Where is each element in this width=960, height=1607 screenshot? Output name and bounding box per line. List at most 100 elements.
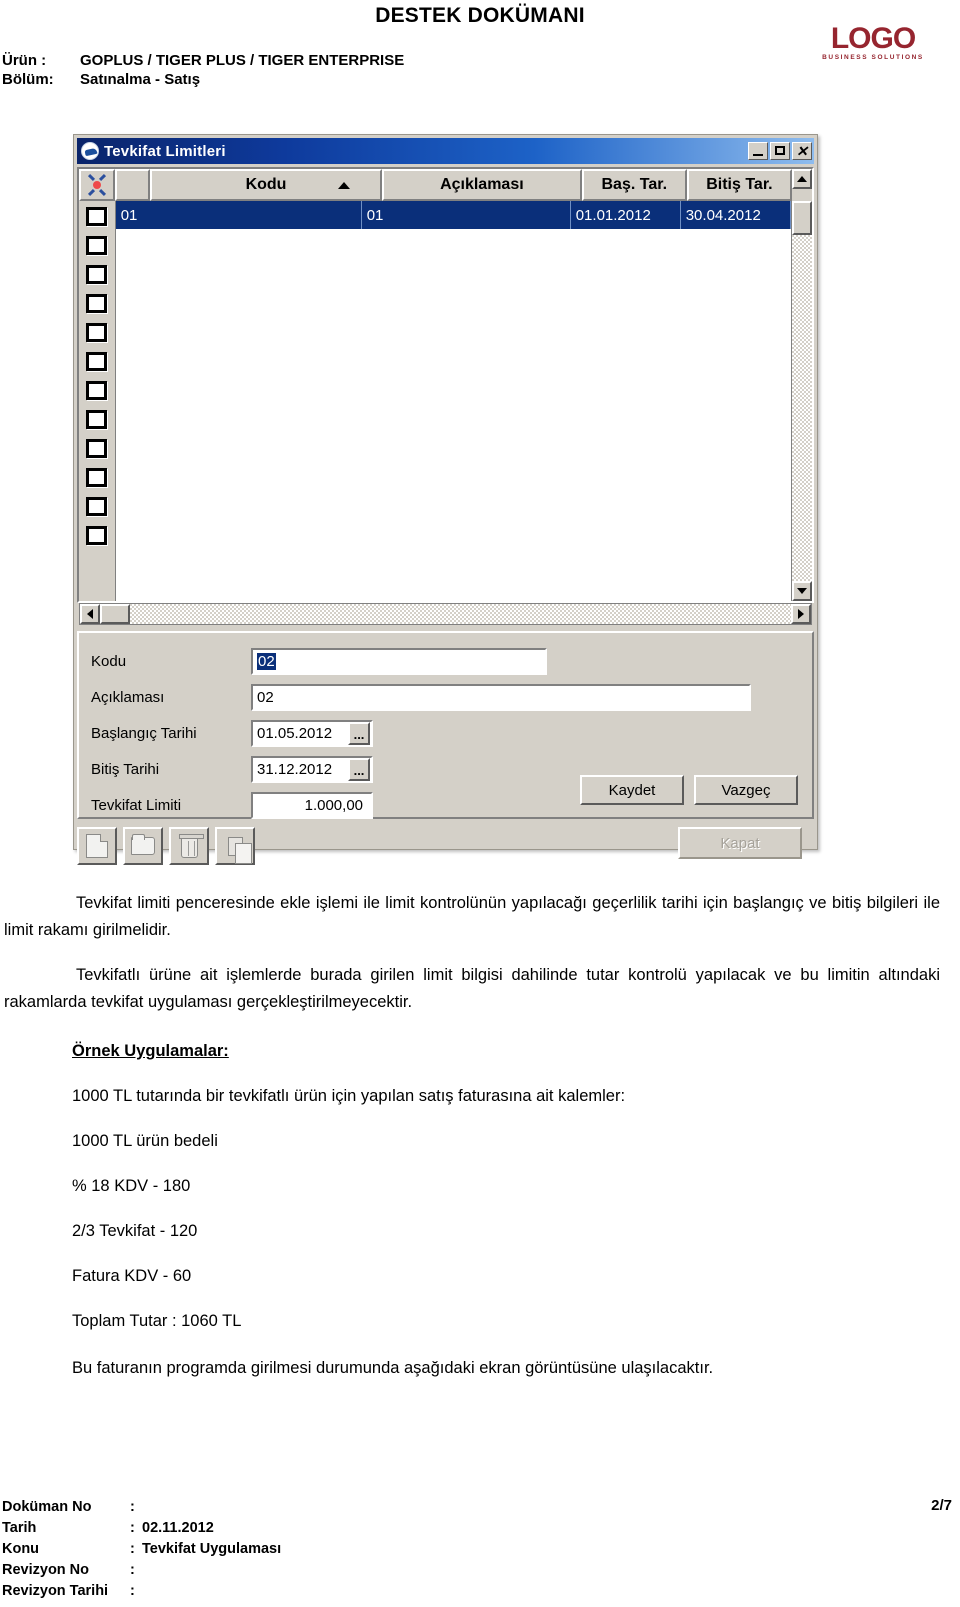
horizontal-scrollbar[interactable] xyxy=(79,603,812,625)
column-header-bas-tar-label: Baş. Tar. xyxy=(601,176,668,193)
footer-key-revizyon-tarihi: Revizyon Tarihi xyxy=(2,1583,109,1599)
copy-icon xyxy=(227,836,252,864)
row-checkbox[interactable] xyxy=(79,318,115,347)
kapat-button[interactable]: Kapat xyxy=(678,827,802,859)
copy-record-button[interactable] xyxy=(215,827,255,865)
row-checkbox[interactable] xyxy=(79,289,115,318)
row-checkbox[interactable] xyxy=(79,492,115,521)
row-checkbox[interactable] xyxy=(79,202,115,231)
row-checkbox[interactable] xyxy=(79,405,115,434)
aciklamasi-input-value: 02 xyxy=(257,688,274,706)
cell-aciklamasi: 01 xyxy=(362,201,571,229)
aciklamasi-input[interactable]: 02 xyxy=(251,683,751,711)
label-kodu: Kodu xyxy=(91,652,127,670)
close-icon[interactable]: ✕ xyxy=(792,142,812,160)
open-folder-icon xyxy=(131,834,155,855)
row-checkbox-column xyxy=(79,201,116,601)
footer-key-dokuman-no: Doküman No xyxy=(2,1499,92,1515)
scroll-down-button[interactable] xyxy=(791,581,812,601)
cancel-button[interactable]: Vazgeç xyxy=(694,775,798,805)
baslangic-tarihi-input[interactable]: 01.05.2012 ... xyxy=(251,719,373,747)
kodu-input[interactable]: 02 xyxy=(251,647,547,675)
vertical-scrollbar-track[interactable] xyxy=(791,235,812,581)
vertical-scrollbar-thumb[interactable] xyxy=(791,201,812,235)
meta-value-product: GOPLUS / TIGER PLUS / TIGER ENTERPRISE xyxy=(80,52,405,69)
window-title: Tevkifat Limitleri xyxy=(104,142,226,160)
label-aciklamasi: Açıklaması xyxy=(91,688,165,706)
delete-record-button[interactable] xyxy=(169,827,209,865)
new-record-button[interactable] xyxy=(77,827,117,865)
body-content: Tevkifat limiti penceresinde ekle işlemi… xyxy=(0,890,960,1378)
meta-value-section: Satınalma - Satış xyxy=(80,71,201,88)
date-picker-button[interactable]: ... xyxy=(348,757,370,781)
column-header-kodu[interactable]: Kodu xyxy=(149,169,383,201)
scroll-left-button[interactable] xyxy=(80,604,100,624)
delete-trash-icon xyxy=(178,834,204,858)
footer-key-tarih: Tarih xyxy=(2,1520,37,1536)
column-header-kodu-label: Kodu xyxy=(245,176,287,193)
tevkifat-limitleri-window: Tevkifat Limitleri ✕ Kodu Açıklaması Baş… xyxy=(73,134,818,865)
document-footer: 2/7 Doküman No : Tarih : 02.11.2012 Konu… xyxy=(2,1497,958,1602)
bitis-tarihi-value: 31.12.2012 xyxy=(257,760,333,778)
row-checkbox[interactable] xyxy=(79,231,115,260)
grid-scroll-up-button[interactable] xyxy=(792,169,812,189)
footer-row-dokuman-no: Doküman No : xyxy=(2,1497,958,1518)
vertical-scrollbar[interactable] xyxy=(790,201,812,601)
scroll-right-button[interactable] xyxy=(791,604,811,624)
column-header-bitis-tar[interactable]: Bitiş Tar. xyxy=(686,169,792,201)
logo-tagline: BUSINESS SOLUTIONS xyxy=(822,54,924,61)
row-checkbox[interactable] xyxy=(79,434,115,463)
cancel-button-label: Vazgeç xyxy=(721,781,771,799)
label-baslangic-tarihi: Başlangıç Tarihi xyxy=(91,724,197,742)
paragraph-1-text: Tevkifat limiti penceresinde ekle işlemi… xyxy=(4,894,940,939)
meta-key-section: Bölüm: xyxy=(2,71,54,88)
row-checkbox[interactable] xyxy=(79,376,115,405)
footer-value-konu: Tevkifat Uygulaması xyxy=(142,1541,282,1557)
records-grid: Kodu Açıklaması Baş. Tar. Bitiş Tar. 01 … xyxy=(77,167,814,625)
maximize-button[interactable] xyxy=(770,142,790,160)
row-checkbox[interactable] xyxy=(79,347,115,376)
logo-wordmark: LOGO xyxy=(830,22,916,55)
window-titlebar[interactable]: Tevkifat Limitleri ✕ xyxy=(77,138,814,164)
tevkifat-limiti-input[interactable]: 1.000,00 xyxy=(251,791,373,819)
field-row-aciklamasi: Açıklaması 02 xyxy=(91,679,800,715)
sort-ascending-icon xyxy=(338,182,351,189)
row-checkbox[interactable] xyxy=(79,463,115,492)
new-document-icon xyxy=(86,834,108,858)
window-toolbar: Kapat xyxy=(77,825,814,867)
label-tevkifat-limiti: Tevkifat Limiti xyxy=(91,796,182,814)
paragraph-1: Tevkifat limiti penceresinde ekle işlemi… xyxy=(0,890,960,944)
footer-colon: : xyxy=(130,1541,135,1557)
label-bitis-tarihi: Bitiş Tarihi xyxy=(91,760,160,778)
column-header-bas-tar[interactable]: Baş. Tar. xyxy=(581,169,687,201)
column-header-bitis-tar-label: Bitiş Tar. xyxy=(706,176,773,193)
row-checkbox[interactable] xyxy=(79,260,115,289)
paragraph-2-text: Tevkifatlı ürüne ait işlemlerde burada g… xyxy=(4,966,940,1011)
table-row[interactable]: 01 01 01.01.2012 30.04.2012 xyxy=(115,201,791,229)
open-record-button[interactable] xyxy=(123,827,163,865)
horizontal-scrollbar-track[interactable] xyxy=(130,604,791,624)
page-number: 2/7 xyxy=(931,1497,952,1514)
example-line: 2/3 Tevkifat - 120 xyxy=(72,1222,198,1240)
minimize-button[interactable] xyxy=(748,142,768,160)
save-button[interactable]: Kaydet xyxy=(580,775,684,805)
grid-pin-header[interactable] xyxy=(79,169,116,201)
collapse-arrows-icon xyxy=(87,173,107,197)
grid-checkbox-header[interactable] xyxy=(115,169,150,201)
footer-colon: : xyxy=(130,1520,135,1536)
grid-body: 01 01 01.01.2012 30.04.2012 xyxy=(79,201,812,601)
bitis-tarihi-input[interactable]: 31.12.2012 ... xyxy=(251,755,373,783)
footer-colon: : xyxy=(130,1562,135,1578)
horizontal-scrollbar-thumb[interactable] xyxy=(100,604,130,624)
meta-key-product: Ürün : xyxy=(2,52,47,69)
section-title: Örnek Uygulamalar: xyxy=(72,1042,229,1060)
closing-paragraph: Bu faturanın programda girilmesi durumun… xyxy=(72,1359,714,1377)
row-checkbox[interactable] xyxy=(79,521,115,550)
date-picker-button[interactable]: ... xyxy=(348,721,370,745)
footer-key-konu: Konu xyxy=(2,1541,40,1557)
cell-kodu: 01 xyxy=(116,201,362,229)
footer-row-tarih: Tarih : 02.11.2012 xyxy=(2,1518,958,1539)
meta-row-product: Ürün : GOPLUS / TIGER PLUS / TIGER ENTER… xyxy=(2,52,404,69)
field-row-baslangic-tarihi: Başlangıç Tarihi 01.05.2012 ... xyxy=(91,715,800,751)
column-header-aciklamasi[interactable]: Açıklaması xyxy=(382,169,582,201)
